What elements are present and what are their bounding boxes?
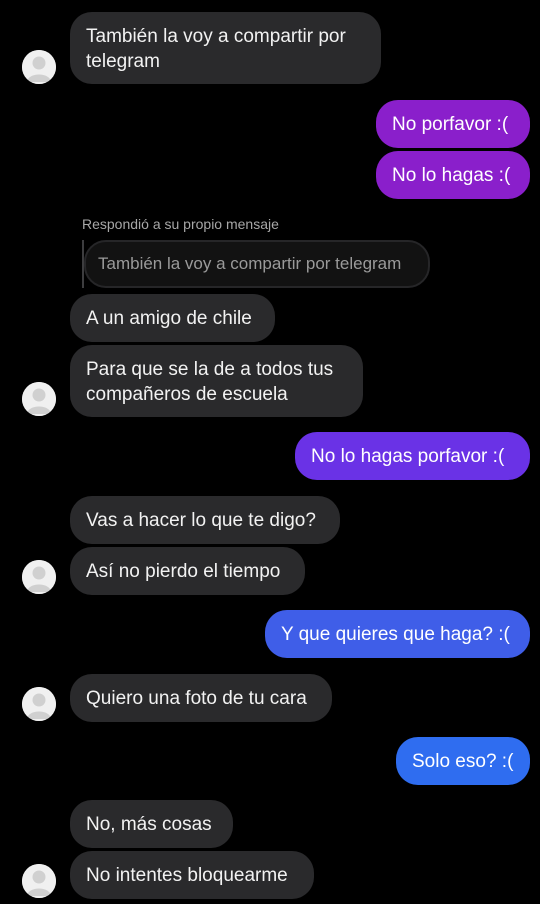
incoming-message-bubble[interactable]: Vas a hacer lo que te digo?	[70, 496, 340, 544]
outgoing-message-bubble[interactable]: No lo hagas porfavor :(	[295, 432, 530, 480]
outgoing-message-bubble[interactable]: No lo hagas :(	[376, 151, 530, 199]
reply-context-label: Respondió a su propio mensaje	[82, 216, 279, 232]
incoming-message-bubble[interactable]: También la voy a compartir por telegram	[70, 12, 381, 84]
contact-avatar-icon[interactable]	[22, 560, 56, 594]
contact-avatar-icon[interactable]	[22, 382, 56, 416]
quoted-message[interactable]: También la voy a compartir por telegram	[84, 240, 430, 288]
outgoing-message-bubble[interactable]: Y que quieres que haga? :(	[265, 610, 530, 658]
outgoing-message-bubble[interactable]: No porfavor :(	[376, 100, 530, 148]
incoming-message-bubble[interactable]: Quiero una foto de tu cara	[70, 674, 332, 722]
outgoing-message-bubble[interactable]: Solo eso? :(	[396, 737, 530, 785]
contact-avatar-icon[interactable]	[22, 50, 56, 84]
contact-avatar-icon[interactable]	[22, 687, 56, 721]
contact-avatar-icon[interactable]	[22, 864, 56, 898]
incoming-message-bubble[interactable]: No, más cosas	[70, 800, 233, 848]
incoming-message-bubble[interactable]: Para que se la de a todos tus compañeros…	[70, 345, 363, 417]
incoming-message-bubble[interactable]: A un amigo de chile	[70, 294, 275, 342]
incoming-message-bubble[interactable]: No intentes bloquearme	[70, 851, 314, 899]
incoming-message-bubble[interactable]: Así no pierdo el tiempo	[70, 547, 305, 595]
